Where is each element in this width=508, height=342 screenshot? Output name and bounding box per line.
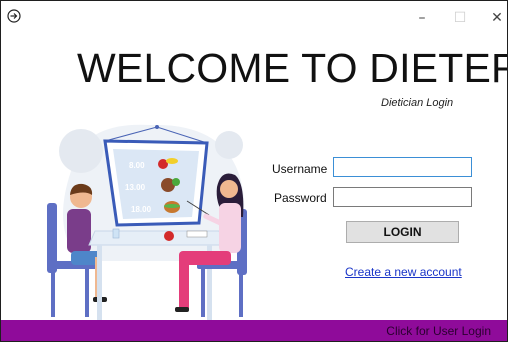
dietician-shoe <box>175 307 189 312</box>
board-time-3: 18.00 <box>131 205 152 214</box>
login-button[interactable]: LOGIN <box>346 221 459 243</box>
right-chair-leg <box>239 269 243 317</box>
board-time-2: 13.00 <box>125 183 146 192</box>
user-login-link[interactable]: Click for User Login <box>386 324 491 338</box>
gear-icon <box>59 129 103 173</box>
dietician-torso <box>219 203 241 253</box>
password-label: Password <box>274 191 327 205</box>
gear-icon <box>215 131 243 159</box>
close-button[interactable]: ✕ <box>486 8 507 28</box>
broccoli-icon <box>172 178 180 186</box>
dietician-head <box>220 180 238 198</box>
table-leg <box>97 245 102 321</box>
username-label: Username <box>272 162 328 176</box>
consultation-illustration: 8.00 13.00 18.00 <box>47 124 247 321</box>
close-icon: ✕ <box>491 10 503 26</box>
board-pin <box>155 125 159 129</box>
footer-bar: Click for User Login <box>1 320 507 341</box>
dietician-login-subtitle: Dietician Login <box>381 97 454 109</box>
login-window: – ☐ ✕ WELCOME TO DIETER Dietician Login … <box>0 0 508 342</box>
board-time-1: 8.00 <box>129 161 145 170</box>
banana-icon <box>166 158 178 164</box>
sign-in-icon[interactable] <box>7 9 21 23</box>
minimize-button[interactable]: – <box>411 8 433 28</box>
water-glass <box>112 228 120 239</box>
notepad <box>186 230 208 238</box>
minimize-icon: – <box>418 10 426 26</box>
title-bar: – ☐ ✕ <box>1 1 507 35</box>
dietician-shin <box>179 261 189 309</box>
lettuce-icon <box>164 204 180 208</box>
left-chair-leg <box>85 269 89 317</box>
maximize-button[interactable]: ☐ <box>449 8 471 28</box>
maximize-icon: ☐ <box>453 10 467 26</box>
right-chair-leg <box>201 269 205 317</box>
welcome-heading: WELCOME TO DIETER <box>77 45 508 91</box>
username-input[interactable] <box>333 157 472 177</box>
boy-torso <box>67 209 91 253</box>
left-chair-leg <box>51 269 55 317</box>
password-input[interactable] <box>333 187 472 207</box>
table-apple-icon <box>164 231 174 241</box>
create-account-link[interactable]: Create a new account <box>345 265 462 279</box>
